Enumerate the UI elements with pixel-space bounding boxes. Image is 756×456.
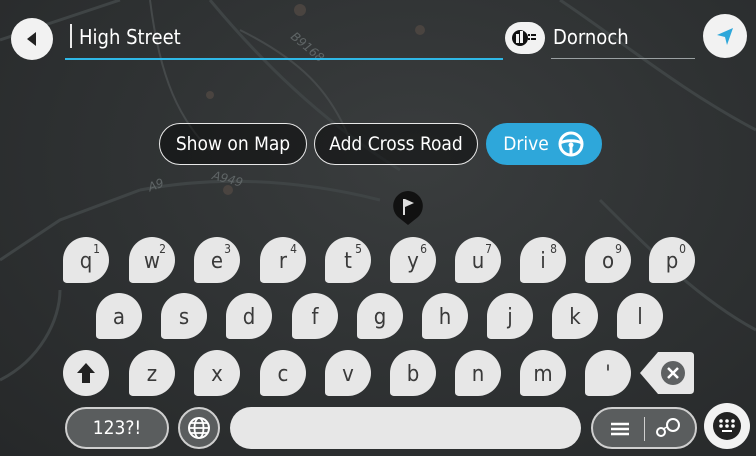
key-y[interactable]: y6 — [390, 237, 436, 283]
key-r[interactable]: r4 — [260, 237, 306, 283]
key-k-label: k — [569, 304, 581, 330]
key-i-label: i — [540, 248, 546, 274]
results-view-toggle[interactable] — [591, 407, 697, 449]
add-cross-road-button[interactable]: Add Cross Road — [314, 123, 478, 165]
search-input[interactable]: High Street — [65, 20, 503, 60]
key-u[interactable]: u7 — [455, 237, 501, 283]
key-e-label: e — [210, 248, 224, 274]
symbols-key-label: 123?! — [92, 417, 142, 439]
back-button[interactable] — [11, 18, 53, 60]
key-n-label: n — [471, 361, 485, 387]
list-view-icon[interactable] — [609, 420, 631, 438]
key-v-label: v — [342, 361, 354, 387]
key-apostrophe-label: ' — [605, 361, 611, 387]
text-cursor — [70, 24, 72, 48]
key-w-secondary: 2 — [159, 242, 166, 256]
key-f[interactable]: f — [292, 293, 338, 339]
key-p[interactable]: p0 — [649, 237, 695, 283]
key-r-secondary: 4 — [290, 242, 297, 256]
key-x-label: x — [211, 361, 223, 387]
current-location-button[interactable] — [703, 14, 747, 58]
back-arrow-icon — [27, 32, 36, 46]
key-apostrophe[interactable]: ' — [585, 350, 631, 396]
key-o-secondary: 9 — [615, 242, 622, 256]
key-b[interactable]: b — [390, 350, 436, 396]
key-j-label: j — [507, 304, 513, 330]
key-c-label: c — [277, 361, 289, 387]
key-q[interactable]: q1 — [63, 237, 109, 283]
key-w-label: w — [143, 248, 161, 274]
key-p-label: p — [665, 248, 679, 274]
key-i[interactable]: i8 — [520, 237, 566, 283]
backspace-key[interactable] — [638, 350, 696, 396]
location-pin-icon — [393, 191, 423, 225]
toggle-divider — [644, 417, 645, 441]
key-v[interactable]: v — [325, 350, 371, 396]
key-n[interactable]: n — [455, 350, 501, 396]
key-a[interactable]: a — [96, 293, 142, 339]
steering-wheel-icon — [558, 131, 584, 157]
key-o-label: o — [601, 248, 615, 274]
key-w[interactable]: w2 — [129, 237, 175, 283]
drive-label: Drive — [503, 133, 549, 155]
city-name: Dornoch — [553, 25, 629, 49]
hide-keyboard-button[interactable] — [704, 403, 750, 449]
key-s-label: s — [178, 304, 190, 330]
show-on-map-label: Show on Map — [175, 133, 291, 155]
key-s[interactable]: s — [161, 293, 207, 339]
backspace-icon — [640, 352, 694, 394]
navigation-search-screen: B9168 A9 A949 High Street Dornoch Show o… — [0, 0, 756, 456]
key-y-secondary: 6 — [420, 242, 427, 256]
globe-icon — [188, 417, 210, 439]
key-m-label: m — [533, 361, 553, 387]
key-f-label: f — [311, 304, 319, 330]
key-d[interactable]: d — [226, 293, 272, 339]
symbols-key[interactable]: 123?! — [65, 407, 169, 449]
key-g-label: g — [373, 304, 387, 330]
shift-key[interactable] — [63, 350, 109, 396]
key-h-label: h — [438, 304, 452, 330]
key-u-secondary: 7 — [485, 242, 492, 256]
add-cross-road-label: Add Cross Road — [329, 133, 463, 155]
city-selector-button[interactable] — [505, 22, 545, 54]
route-pins-icon[interactable] — [653, 417, 683, 441]
key-z[interactable]: z — [129, 350, 175, 396]
key-p-secondary: 0 — [679, 242, 686, 256]
key-y-label: y — [407, 248, 419, 274]
city-field[interactable]: Dornoch — [551, 20, 695, 59]
key-q-label: q — [79, 248, 93, 274]
search-query: High Street — [79, 25, 181, 49]
key-u-label: u — [471, 248, 485, 274]
key-q-secondary: 1 — [93, 242, 100, 256]
space-bar[interactable] — [230, 407, 581, 449]
key-h[interactable]: h — [422, 293, 468, 339]
key-r-label: r — [278, 248, 288, 274]
key-k[interactable]: k — [552, 293, 598, 339]
key-e[interactable]: e3 — [194, 237, 240, 283]
city-buildings-icon — [512, 30, 536, 46]
key-z-label: z — [146, 361, 158, 387]
key-t-label: t — [344, 248, 352, 274]
key-a-label: a — [112, 304, 126, 330]
key-i-secondary: 8 — [550, 242, 557, 256]
language-key[interactable] — [178, 407, 220, 449]
navigation-arrow-icon — [717, 28, 733, 45]
drive-button[interactable]: Drive — [486, 123, 602, 165]
key-j[interactable]: j — [487, 293, 533, 339]
key-x[interactable]: x — [194, 350, 240, 396]
key-o[interactable]: o9 — [585, 237, 631, 283]
key-l-label: l — [637, 304, 643, 330]
keyboard-icon — [713, 412, 741, 440]
key-b-label: b — [406, 361, 420, 387]
key-g[interactable]: g — [357, 293, 403, 339]
key-c[interactable]: c — [260, 350, 306, 396]
key-l[interactable]: l — [617, 293, 663, 339]
key-t[interactable]: t5 — [325, 237, 371, 283]
key-m[interactable]: m — [520, 350, 566, 396]
key-e-secondary: 3 — [224, 242, 231, 256]
key-t-secondary: 5 — [355, 242, 362, 256]
key-d-label: d — [242, 304, 256, 330]
shift-arrow-icon — [77, 363, 95, 383]
show-on-map-button[interactable]: Show on Map — [159, 123, 307, 165]
